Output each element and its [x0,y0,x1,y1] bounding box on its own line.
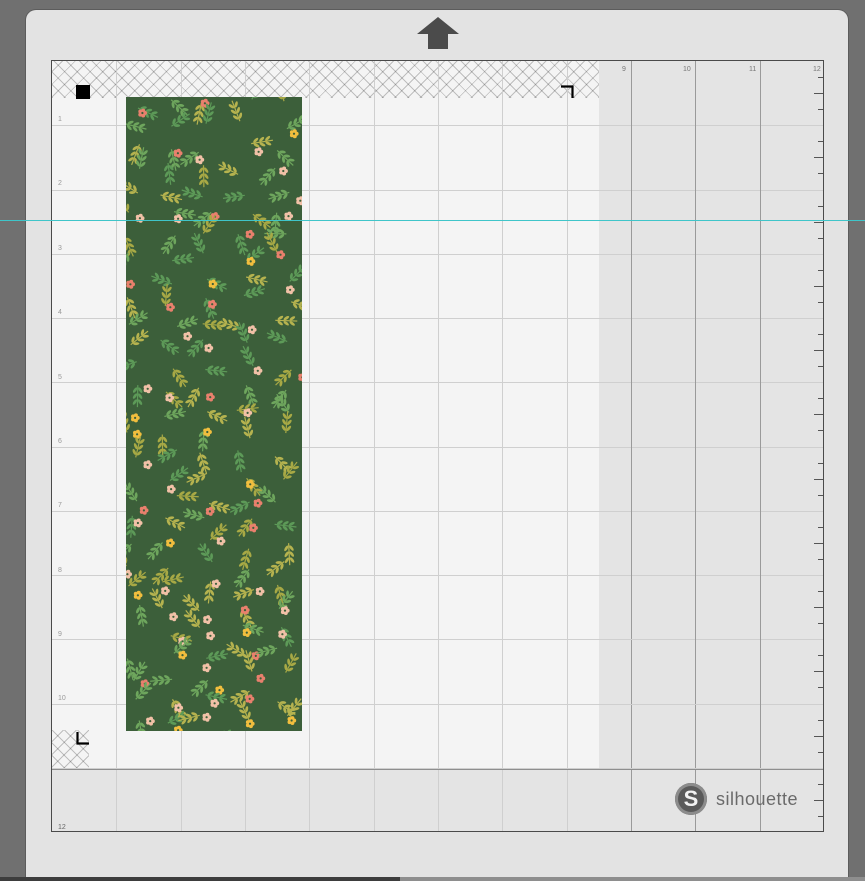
column-label: 11 [749,66,756,73]
row-label: 4 [58,309,62,316]
row-label: 3 [58,245,62,252]
silhouette-logo-icon: S [675,783,707,815]
mat-load-arrow-icon[interactable] [417,17,459,49]
row-label: 1 [58,116,62,123]
horizontal-scrollbar-thumb[interactable] [400,877,865,881]
mat-canvas[interactable]: 9 10 11 12 1 2 3 4 5 6 7 8 9 10 12 [51,60,824,832]
alignment-guide-line[interactable] [0,220,865,221]
row-label: 7 [58,502,62,509]
row-label: 6 [58,438,62,445]
brand-watermark: S silhouette [675,783,798,815]
column-label: 9 [622,66,626,73]
brand-name: silhouette [716,788,799,809]
row-label: 2 [58,180,62,187]
row-label: 10 [58,695,66,702]
registration-mark-icon [561,85,574,98]
floral-pattern-rectangle[interactable] [126,97,302,731]
registration-mark-icon [76,85,90,99]
row-label: 5 [58,374,62,381]
row-label: 12 [58,824,66,831]
row-label: 8 [58,567,62,574]
row-label: 9 [58,631,62,638]
flower [296,196,302,206]
registration-mark-icon [76,732,89,745]
column-label: 12 [813,66,821,73]
horizontal-scrollbar-track[interactable] [0,877,400,881]
column-label: 10 [683,66,691,73]
